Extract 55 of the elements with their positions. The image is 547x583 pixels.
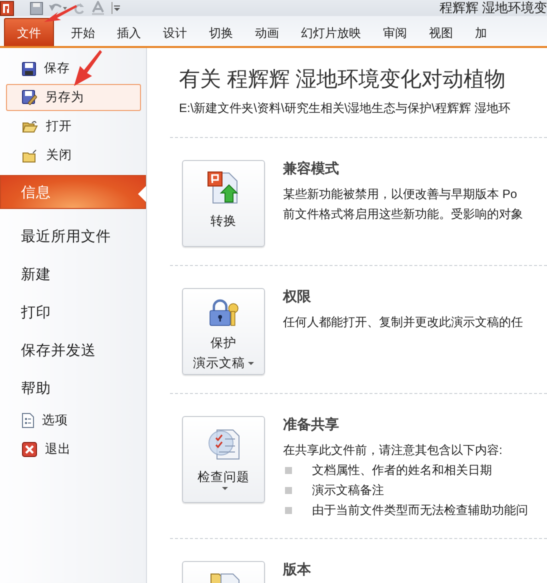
menu-command[interactable]: 选项 — [6, 407, 141, 434]
section-heading: 准备共享 — [283, 416, 340, 434]
menu-command[interactable]: 另存为 — [6, 84, 141, 111]
save-icon[interactable] — [30, 2, 43, 14]
annotation-arrow — [44, 5, 77, 22]
menu-item[interactable]: 新建 — [6, 255, 141, 293]
checklist-document-icon — [206, 427, 240, 461]
ribbon-tab[interactable]: 审阅 — [372, 20, 418, 46]
ribbon-tab[interactable]: 视图 — [418, 20, 464, 46]
document-upload-icon — [206, 171, 240, 205]
ribbon-tab[interactable]: 动画 — [244, 20, 290, 46]
open-folder-icon — [22, 120, 38, 134]
annotation-arrow — [74, 50, 102, 86]
menu-item[interactable]: 信息 — [0, 175, 146, 209]
section-button[interactable]: 保护 演示文稿 — [182, 288, 265, 375]
ribbon-tab[interactable]: 加 — [464, 20, 498, 46]
section-button[interactable]: 检查问题 — [182, 416, 265, 503]
folder-icon — [22, 148, 38, 162]
section-heading: 版本 — [283, 561, 311, 579]
redo-icon[interactable] — [73, 2, 85, 14]
section-text: 在共享此文件前，请注意其包含以下内容: — [283, 442, 504, 459]
file-path: E:\新建文件夹\资料\研究生相关\湿地生态与保护\程辉辉 湿地环 — [179, 100, 512, 117]
section-text: 任何人都能打开、复制并更改此演示文稿的任 — [283, 314, 523, 331]
floppy-pencil-icon — [22, 90, 37, 105]
section-button[interactable]: 转换 — [182, 160, 265, 247]
bullet-icon — [285, 506, 292, 514]
menu-item[interactable]: 最近所用文件 — [6, 217, 141, 255]
app-logo-icon — [0, 0, 14, 16]
document-icon — [22, 413, 34, 428]
ribbon-tab[interactable]: 设计 — [152, 20, 198, 46]
ribbon-tab[interactable]: 幻灯片放映 — [290, 20, 372, 46]
bullet-icon — [285, 486, 292, 494]
section-text: 某些新功能被禁用，以便改善与早期版本 Po — [283, 186, 518, 203]
ribbon-tab[interactable]: 开始 — [60, 20, 106, 46]
ribbon-tab[interactable]: 插入 — [106, 20, 152, 46]
menu-command[interactable]: 退出 — [6, 436, 141, 463]
ribbon-tab[interactable]: 切换 — [198, 20, 244, 46]
menu-command[interactable]: 关闭 — [6, 142, 141, 169]
bullet-text: 由于当前文件类型而无法检查辅助功能问 — [312, 502, 528, 519]
section-text: 前文件格式将启用这些新功能。受影响的对象 — [283, 206, 523, 223]
bullet-text: 文档属性、作者的姓名和相关日期 — [312, 462, 492, 479]
ribbon-tab[interactable]: 文件 — [4, 18, 54, 46]
menu-item[interactable]: 帮助 — [6, 369, 141, 407]
menu-item[interactable]: 打印 — [6, 293, 141, 331]
menu-item[interactable]: 保存并发送 — [6, 331, 141, 369]
menu-command[interactable]: 打开 — [6, 113, 141, 140]
font-color-icon[interactable] — [91, 1, 105, 15]
close-icon — [22, 442, 37, 457]
section-heading: 权限 — [283, 288, 312, 306]
document-title: 有关 程辉辉 湿地环境变化对动植物 — [179, 67, 507, 93]
customize-toolbar-icon[interactable] — [111, 2, 120, 14]
bullet-text: 演示文稿备注 — [312, 482, 384, 499]
window-title: 程辉辉 湿地环境变 — [439, 0, 547, 16]
bullet-icon — [285, 466, 292, 474]
section-heading: 兼容模式 — [283, 160, 340, 178]
